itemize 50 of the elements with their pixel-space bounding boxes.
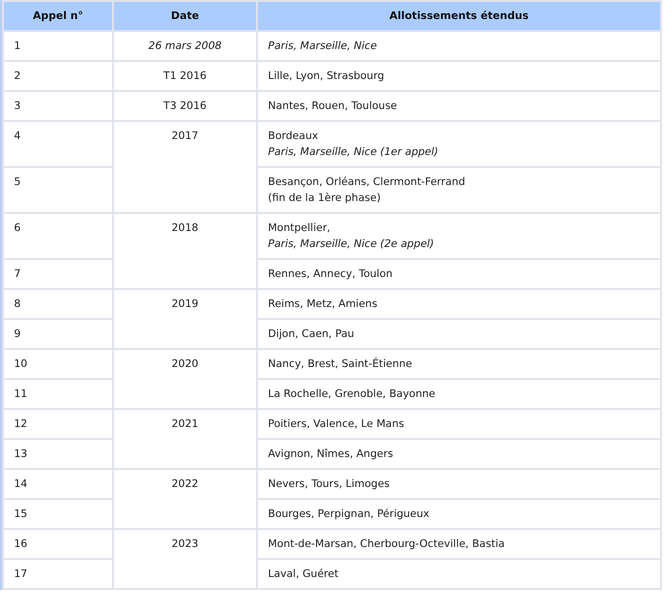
table-cell: 7 — [4, 260, 112, 288]
city-list-text: Nevers, Tours, Limoges — [268, 477, 391, 492]
city-list-text: Lille, Lyon, Strasbourg — [268, 69, 386, 84]
column-header: Allotissements étendus — [258, 2, 660, 30]
table-cell: 15 — [4, 500, 112, 528]
date-text: 2021 — [172, 418, 198, 430]
date-text: T1 2016 — [163, 70, 207, 82]
table-cell: 1 — [4, 32, 112, 60]
city-list-text: Paris, Marseille, Nice (1er appel) — [268, 145, 440, 160]
table-cell: 12 — [4, 410, 112, 438]
table-cell: 17 — [4, 560, 112, 588]
table-cell: 10 — [4, 350, 112, 378]
table-cell: 11 — [4, 380, 112, 408]
city-list-text: Montpellier, — [268, 221, 332, 236]
table-cell: 5 — [4, 168, 112, 212]
table-cell: 3 — [4, 92, 112, 120]
city-list-text: (fin de la 1ère phase) — [268, 191, 382, 206]
city-list-text: Bordeaux — [268, 129, 320, 144]
city-list-text: Paris, Marseille, Nice (2e appel) — [268, 237, 435, 252]
date-text: 26 mars 2008 — [148, 40, 222, 52]
table-cell: 2 — [4, 62, 112, 90]
table-cell: 14 — [4, 470, 112, 498]
date-text: 2020 — [172, 358, 198, 370]
table-cell: 16 — [4, 530, 112, 558]
column-header: Date — [114, 2, 256, 30]
date-text: 2022 — [172, 478, 198, 490]
table-cell: 13 — [4, 440, 112, 468]
city-list-text: Avignon, Nîmes, Angers — [268, 447, 394, 462]
date-text: 2019 — [172, 298, 198, 310]
city-list-text: Rennes, Annecy, Toulon — [268, 267, 394, 282]
date-text: 2023 — [172, 538, 198, 550]
table-cell: 8 — [4, 290, 112, 318]
table-cell: 6 — [4, 214, 112, 258]
date-text: 2017 — [172, 130, 198, 142]
city-list-text: Paris, Marseille, Nice — [268, 39, 378, 54]
city-list-text: Nancy, Brest, Saint-Étienne — [268, 356, 414, 372]
table-cell: 4 — [4, 122, 112, 166]
date-text: 2018 — [172, 222, 198, 234]
city-list-text: Laval, Guéret — [268, 567, 340, 582]
date-text: T3 2016 — [163, 100, 207, 112]
city-list-text: Mont-de-Marsan, Cherbourg-Octeville, Bastia — [268, 537, 506, 552]
city-list-text: Bourges, Perpignan, Périgueux — [268, 507, 430, 522]
city-list-text: Dijon, Caen, Pau — [268, 327, 356, 342]
column-header: Appel n° — [4, 2, 112, 30]
table-cell: 9 — [4, 320, 112, 348]
city-list-text: Reims, Metz, Amiens — [268, 297, 378, 312]
city-list-text: Nantes, Rouen, Toulouse — [268, 99, 398, 114]
city-list-text: Poitiers, Valence, Le Mans — [268, 417, 406, 432]
city-list-text: Besançon, Orléans, Clermont-Ferrand — [268, 175, 466, 190]
city-list-text: La Rochelle, Grenoble, Bayonne — [268, 387, 436, 402]
